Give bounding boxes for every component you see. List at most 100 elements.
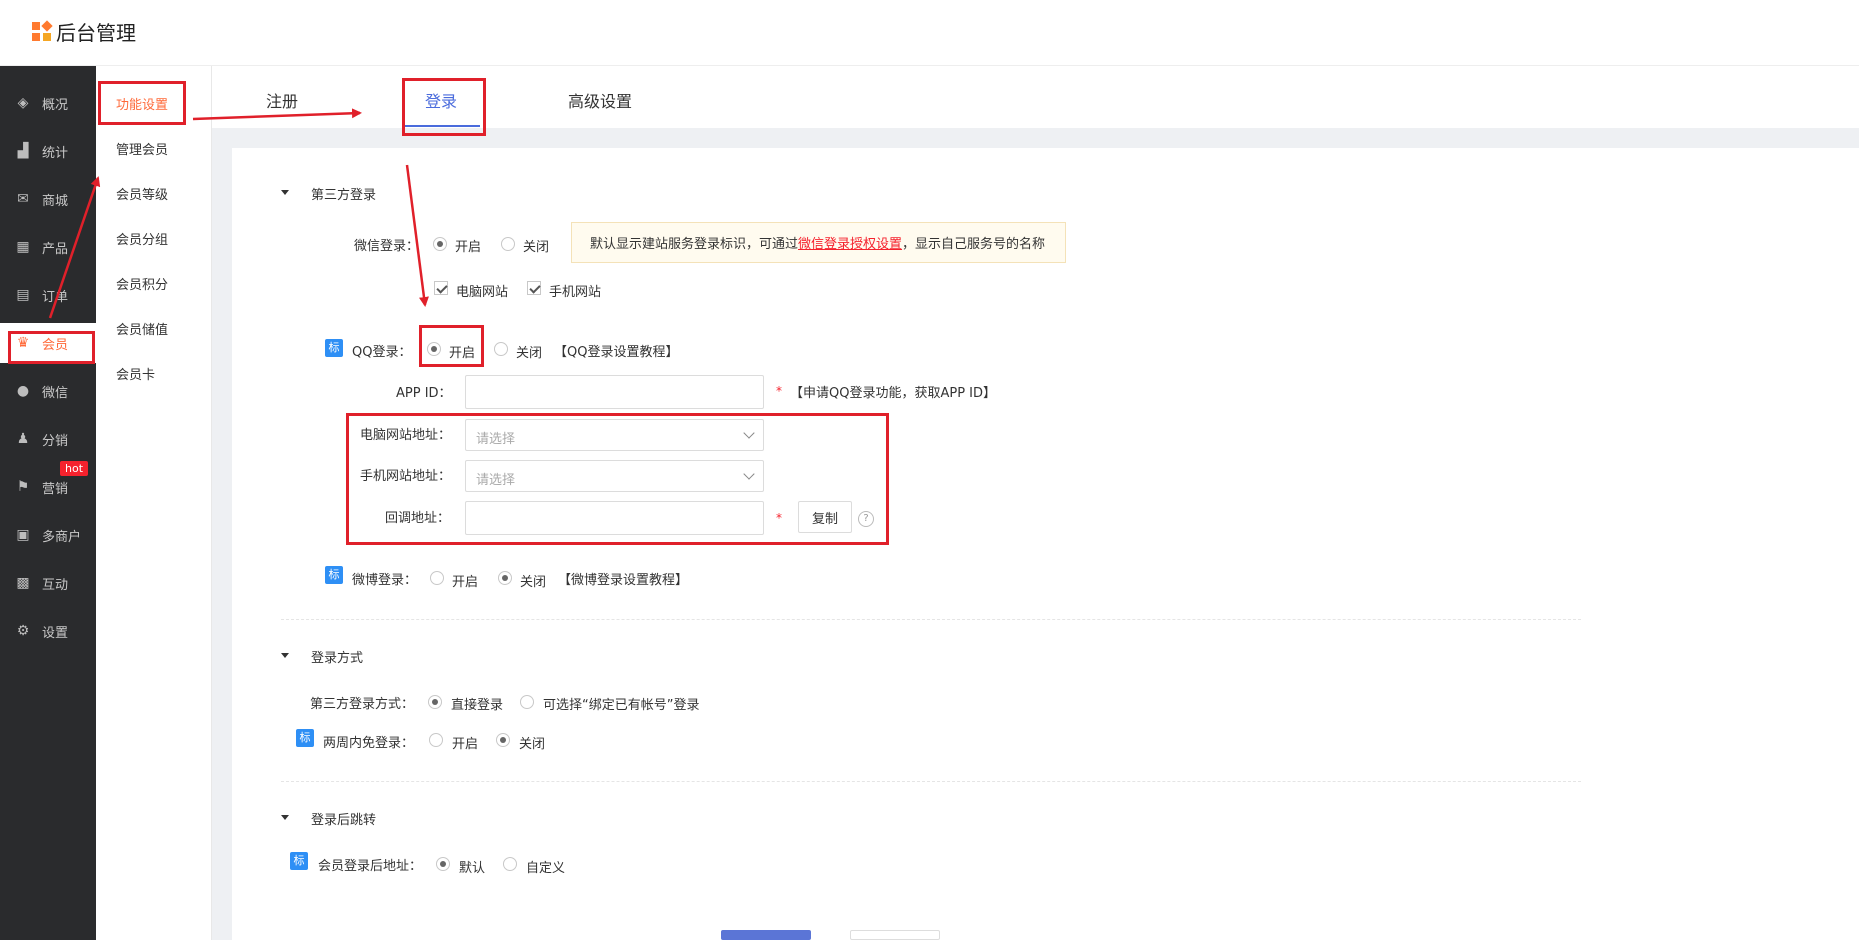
section-divider bbox=[281, 619, 1581, 620]
crown-icon: ♛ bbox=[16, 335, 30, 351]
wechat-off-radio[interactable] bbox=[501, 237, 515, 251]
submenu-member-points[interactable]: 会员积分 bbox=[116, 274, 168, 293]
top-header: 后台管理 bbox=[0, 0, 1859, 66]
redirect-custom-radio[interactable] bbox=[503, 857, 517, 871]
submenu-feature-settings[interactable]: 功能设置 bbox=[116, 94, 168, 113]
app-title: 后台管理 bbox=[56, 21, 136, 45]
collapse-caret-icon[interactable] bbox=[281, 653, 289, 658]
qq-off-radio[interactable] bbox=[494, 342, 508, 356]
appid-input[interactable] bbox=[465, 375, 764, 409]
weibo-on-radio[interactable] bbox=[430, 571, 444, 585]
cancel-button[interactable] bbox=[850, 930, 940, 940]
tab-login[interactable]: 登录 bbox=[425, 88, 457, 112]
redirect-label: 会员登录后地址： bbox=[318, 859, 423, 874]
pc-url-label: 电脑网站地址： bbox=[360, 428, 452, 443]
chevron-down-icon bbox=[743, 427, 755, 439]
qq-on-radio[interactable] bbox=[427, 342, 441, 356]
wechat-on-label: 开启 bbox=[455, 240, 482, 255]
save-button[interactable] bbox=[721, 930, 811, 940]
callback-input[interactable] bbox=[465, 501, 764, 535]
collapse-caret-icon[interactable] bbox=[281, 815, 289, 820]
weibo-on-label: 开启 bbox=[452, 575, 479, 590]
two-week-badge: 标 bbox=[296, 729, 314, 747]
section-title-login-method: 登录方式 bbox=[311, 651, 364, 666]
direct-login-label: 直接登录 bbox=[451, 698, 504, 713]
two-week-label: 两周内免登录： bbox=[323, 736, 415, 751]
grid-icon: ▦ bbox=[16, 239, 30, 255]
submenu-manage-members[interactable]: 管理会员 bbox=[116, 139, 168, 158]
wechat-login-label: 微信登录： bbox=[354, 239, 420, 254]
bind-account-label: 可选择“绑定已有帐号”登录 bbox=[543, 698, 700, 713]
active-tab-indicator bbox=[404, 125, 480, 127]
gear-icon: ⚙ bbox=[16, 623, 30, 639]
hot-badge: hot bbox=[60, 461, 89, 476]
pc-site-label: 电脑网站 bbox=[456, 285, 509, 300]
sidebar-item-interaction[interactable]: ▩ 互动 bbox=[0, 563, 96, 603]
qq-on-label: 开启 bbox=[449, 346, 476, 361]
appid-required-mark: * bbox=[776, 384, 782, 398]
sidebar-item-wechat[interactable]: ● 微信 bbox=[0, 371, 96, 411]
submenu-member-card[interactable]: 会员卡 bbox=[116, 364, 155, 383]
callback-required-mark: * bbox=[776, 511, 782, 525]
sidebar-item-settings[interactable]: ⚙ 设置 bbox=[0, 611, 96, 651]
submenu-member-deposit[interactable]: 会员储值 bbox=[116, 319, 168, 338]
bind-account-radio[interactable] bbox=[520, 695, 534, 709]
layers-icon: ◈ bbox=[17, 95, 29, 111]
weibo-login-label: 微博登录： bbox=[352, 573, 418, 588]
copy-button[interactable]: 复制 bbox=[798, 501, 852, 533]
sidebar-item-merchants[interactable]: ▣ 多商户 bbox=[0, 515, 96, 555]
tab-bar bbox=[212, 66, 1859, 128]
settings-card bbox=[232, 148, 1859, 940]
wechat-auth-settings-link[interactable]: 微信登录授权设置 bbox=[798, 233, 902, 252]
direct-login-radio[interactable] bbox=[428, 695, 442, 709]
wechat-on-radio[interactable] bbox=[433, 237, 447, 251]
store-icon: ✉ bbox=[17, 191, 29, 207]
user-share-icon: ♟ bbox=[16, 431, 30, 447]
sidebar-item-products[interactable]: ▦ 产品 bbox=[0, 227, 96, 267]
interact-icon: ▩ bbox=[16, 575, 30, 591]
sidebar-item-overview[interactable]: ◈ 概况 bbox=[0, 83, 96, 123]
qq-off-label: 关闭 bbox=[516, 346, 543, 361]
submenu-member-groups[interactable]: 会员分组 bbox=[116, 229, 168, 248]
collapse-caret-icon[interactable] bbox=[281, 190, 289, 195]
sidebar-item-orders[interactable]: ▤ 订单 bbox=[0, 275, 96, 315]
merchant-icon: ▣ bbox=[16, 527, 30, 543]
pc-url-select[interactable]: 请选择 bbox=[465, 419, 764, 451]
mobile-site-checkbox[interactable] bbox=[527, 281, 541, 295]
redirect-default-radio[interactable] bbox=[436, 857, 450, 871]
two-week-on-label: 开启 bbox=[452, 737, 479, 752]
section-title-third-party: 第三方登录 bbox=[311, 188, 377, 203]
weibo-tutorial-link[interactable]: 【微博登录设置教程】 bbox=[558, 569, 688, 588]
flag-icon: ⚑ bbox=[16, 479, 30, 495]
sidebar-item-store[interactable]: ✉ 商城 bbox=[0, 179, 96, 219]
weibo-badge: 标 bbox=[325, 566, 343, 584]
redirect-badge: 标 bbox=[290, 852, 308, 870]
two-week-off-radio[interactable] bbox=[496, 733, 510, 747]
appid-note: 【申请QQ登录功能，获取APP ID】 bbox=[790, 386, 997, 401]
order-icon: ▤ bbox=[16, 287, 30, 303]
pc-site-checkbox[interactable] bbox=[434, 281, 448, 295]
mobile-site-label: 手机网站 bbox=[549, 285, 602, 300]
wechat-tip-box: 默认显示建站服务登录标识，可通过 微信登录授权设置 ，显示自己服务号的名称 bbox=[571, 222, 1066, 263]
tab-advanced[interactable]: 高级设置 bbox=[568, 88, 632, 112]
two-week-off-label: 关闭 bbox=[519, 737, 546, 752]
weibo-off-radio[interactable] bbox=[498, 571, 512, 585]
mobile-url-select[interactable]: 请选择 bbox=[465, 460, 764, 492]
redirect-custom-label: 自定义 bbox=[526, 861, 566, 876]
sidebar-item-members[interactable]: ♛ 会员 bbox=[0, 323, 96, 363]
login-method-label: 第三方登录方式： bbox=[310, 697, 415, 712]
sidebar-item-stats[interactable]: ▟ 统计 bbox=[0, 131, 96, 171]
chevron-down-icon bbox=[743, 468, 755, 480]
section-title-redirect: 登录后跳转 bbox=[311, 813, 377, 828]
submenu-member-levels[interactable]: 会员等级 bbox=[116, 184, 168, 203]
qq-badge: 标 bbox=[325, 339, 343, 357]
mobile-url-label: 手机网站地址： bbox=[360, 469, 452, 484]
sidebar-item-distribution[interactable]: ♟ 分销 bbox=[0, 419, 96, 459]
wechat-icon: ● bbox=[16, 383, 30, 399]
two-week-on-radio[interactable] bbox=[429, 733, 443, 747]
help-icon[interactable]: ? bbox=[858, 511, 874, 527]
qq-tutorial-link[interactable]: 【QQ登录设置教程】 bbox=[554, 341, 678, 360]
redirect-default-label: 默认 bbox=[459, 861, 486, 876]
tab-register[interactable]: 注册 bbox=[266, 88, 298, 112]
weibo-off-label: 关闭 bbox=[520, 575, 547, 590]
